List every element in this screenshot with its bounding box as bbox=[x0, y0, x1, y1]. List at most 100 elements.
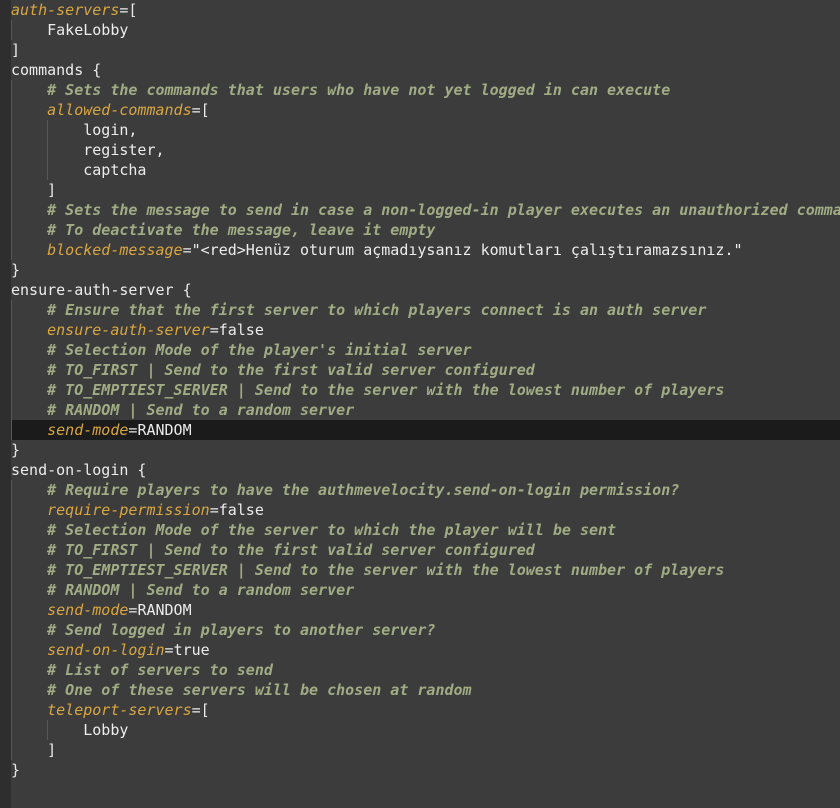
comment-text: # Selection Mode of the player's initial… bbox=[47, 341, 472, 359]
code-line[interactable]: send-on-login { bbox=[11, 460, 840, 480]
code-line[interactable]: # One of these servers will be chosen at… bbox=[11, 680, 840, 700]
indent-guide bbox=[11, 720, 12, 740]
indentation bbox=[11, 381, 47, 399]
code-line[interactable]: register, bbox=[11, 140, 840, 160]
code-line[interactable]: login, bbox=[11, 120, 840, 140]
code-line[interactable]: send-mode=RANDOM bbox=[11, 600, 840, 620]
config-key: send-mode bbox=[47, 601, 129, 619]
code-line[interactable]: Lobby bbox=[11, 720, 840, 740]
code-line-current[interactable]: send-mode=RANDOM bbox=[11, 420, 840, 440]
comment-text: # RANDOM | Send to a random server bbox=[47, 401, 355, 419]
code-line[interactable]: } bbox=[11, 440, 840, 460]
code-line[interactable]: teleport-servers=[ bbox=[11, 700, 840, 720]
comment-text: # TO_FIRST | Send to the first valid ser… bbox=[47, 541, 535, 559]
indentation bbox=[11, 681, 47, 699]
indent-guide bbox=[11, 640, 12, 660]
code-line[interactable]: # Sets the commands that users who have … bbox=[11, 80, 840, 100]
code-line[interactable]: allowed-commands=[ bbox=[11, 100, 840, 120]
indentation bbox=[11, 241, 47, 259]
code-line[interactable]: # TO_EMPTIEST_SERVER | Send to the serve… bbox=[11, 380, 840, 400]
code-line[interactable]: FakeLobby bbox=[11, 20, 840, 40]
code-editor[interactable]: auth-servers=[ FakeLobby] commands { # Se… bbox=[0, 0, 840, 808]
indent-guide bbox=[11, 480, 12, 500]
indent-guide bbox=[11, 580, 12, 600]
indent-guide bbox=[11, 320, 12, 340]
code-line[interactable]: # TO_FIRST | Send to the first valid ser… bbox=[11, 540, 840, 560]
indent-guide bbox=[11, 620, 12, 640]
config-key: send-mode bbox=[47, 421, 129, 439]
comment-text: # Ensure that the first server to which … bbox=[47, 301, 707, 319]
code-line[interactable]: ] bbox=[11, 180, 840, 200]
indentation bbox=[11, 541, 47, 559]
indent-guide bbox=[11, 180, 12, 200]
code-line[interactable]: # TO_FIRST | Send to the first valid ser… bbox=[11, 360, 840, 380]
code-line[interactable]: captcha bbox=[11, 160, 840, 180]
code-line[interactable]: # Send logged in players to another serv… bbox=[11, 620, 840, 640]
code-line[interactable]: require-permission=false bbox=[11, 500, 840, 520]
config-value: commands { bbox=[11, 61, 102, 79]
code-line[interactable]: commands { bbox=[11, 60, 840, 80]
comment-text: # One of these servers will be chosen at… bbox=[47, 681, 472, 699]
indent-guide bbox=[11, 340, 12, 360]
indentation bbox=[11, 81, 47, 99]
code-line[interactable]: # List of servers to send bbox=[11, 660, 840, 680]
editor-gutter bbox=[0, 0, 11, 808]
indentation bbox=[11, 401, 47, 419]
config-key: send-on-login bbox=[47, 641, 165, 659]
code-line[interactable]: # TO_EMPTIEST_SERVER | Send to the serve… bbox=[11, 560, 840, 580]
indent-guide bbox=[47, 140, 48, 160]
indent-guide bbox=[11, 120, 12, 140]
code-line[interactable]: ] bbox=[11, 40, 840, 60]
indentation bbox=[11, 101, 47, 119]
code-line[interactable]: # Ensure that the first server to which … bbox=[11, 300, 840, 320]
code-line[interactable]: # RANDOM | Send to a random server bbox=[11, 400, 840, 420]
indentation bbox=[11, 341, 47, 359]
indentation bbox=[11, 701, 47, 719]
config-value: FakeLobby bbox=[47, 21, 129, 39]
code-line[interactable]: send-on-login=true bbox=[11, 640, 840, 660]
config-value: ensure-auth-server { bbox=[11, 281, 192, 299]
config-key: allowed-commands bbox=[47, 101, 192, 119]
indent-guide bbox=[11, 560, 12, 580]
indent-guide bbox=[47, 120, 48, 140]
comment-text: # Selection Mode of the server to which … bbox=[47, 521, 617, 539]
code-line[interactable]: # Require players to have the authmevelo… bbox=[11, 480, 840, 500]
indentation bbox=[11, 181, 47, 199]
code-line[interactable]: ensure-auth-server=false bbox=[11, 320, 840, 340]
config-key: require-permission bbox=[47, 501, 210, 519]
indent-guide bbox=[11, 740, 12, 760]
config-value: false bbox=[218, 321, 264, 339]
code-line[interactable]: # Selection Mode of the player's initial… bbox=[11, 340, 840, 360]
comment-text: # Sets the message to send in case a non… bbox=[47, 201, 840, 219]
code-line[interactable]: } bbox=[11, 260, 840, 280]
config-key: blocked-message bbox=[47, 241, 183, 259]
comment-text: # Require players to have the authmevelo… bbox=[47, 481, 680, 499]
punctuation: = bbox=[209, 501, 219, 519]
code-line[interactable]: blocked-message="<red>Henüz oturum açmad… bbox=[11, 240, 840, 260]
code-line[interactable]: # Selection Mode of the server to which … bbox=[11, 520, 840, 540]
code-line[interactable]: # Sets the message to send in case a non… bbox=[11, 200, 840, 220]
indent-guide bbox=[11, 600, 12, 620]
indent-guide bbox=[11, 100, 12, 120]
comment-text: # TO_FIRST | Send to the first valid ser… bbox=[47, 361, 535, 379]
code-line[interactable]: ] bbox=[11, 740, 840, 760]
indentation bbox=[11, 221, 47, 239]
code-line[interactable]: ensure-auth-server { bbox=[11, 280, 840, 300]
indent-guide bbox=[11, 380, 12, 400]
config-value: login, bbox=[83, 121, 138, 139]
punctuation: ] bbox=[11, 41, 21, 59]
indent-guide bbox=[11, 140, 12, 160]
indentation bbox=[11, 501, 47, 519]
code-line[interactable]: # To deactivate the message, leave it em… bbox=[11, 220, 840, 240]
code-line[interactable]: } bbox=[11, 760, 840, 780]
indent-guide bbox=[11, 240, 12, 260]
punctuation: =[ bbox=[191, 101, 210, 119]
indentation bbox=[11, 361, 47, 379]
indentation bbox=[11, 741, 47, 759]
code-area[interactable]: auth-servers=[ FakeLobby] commands { # Se… bbox=[11, 0, 840, 780]
code-line[interactable]: # RANDOM | Send to a random server bbox=[11, 580, 840, 600]
punctuation: =[ bbox=[119, 1, 138, 19]
comment-text: # To deactivate the message, leave it em… bbox=[47, 221, 436, 239]
code-line[interactable]: auth-servers=[ bbox=[11, 0, 840, 20]
indentation bbox=[11, 321, 47, 339]
